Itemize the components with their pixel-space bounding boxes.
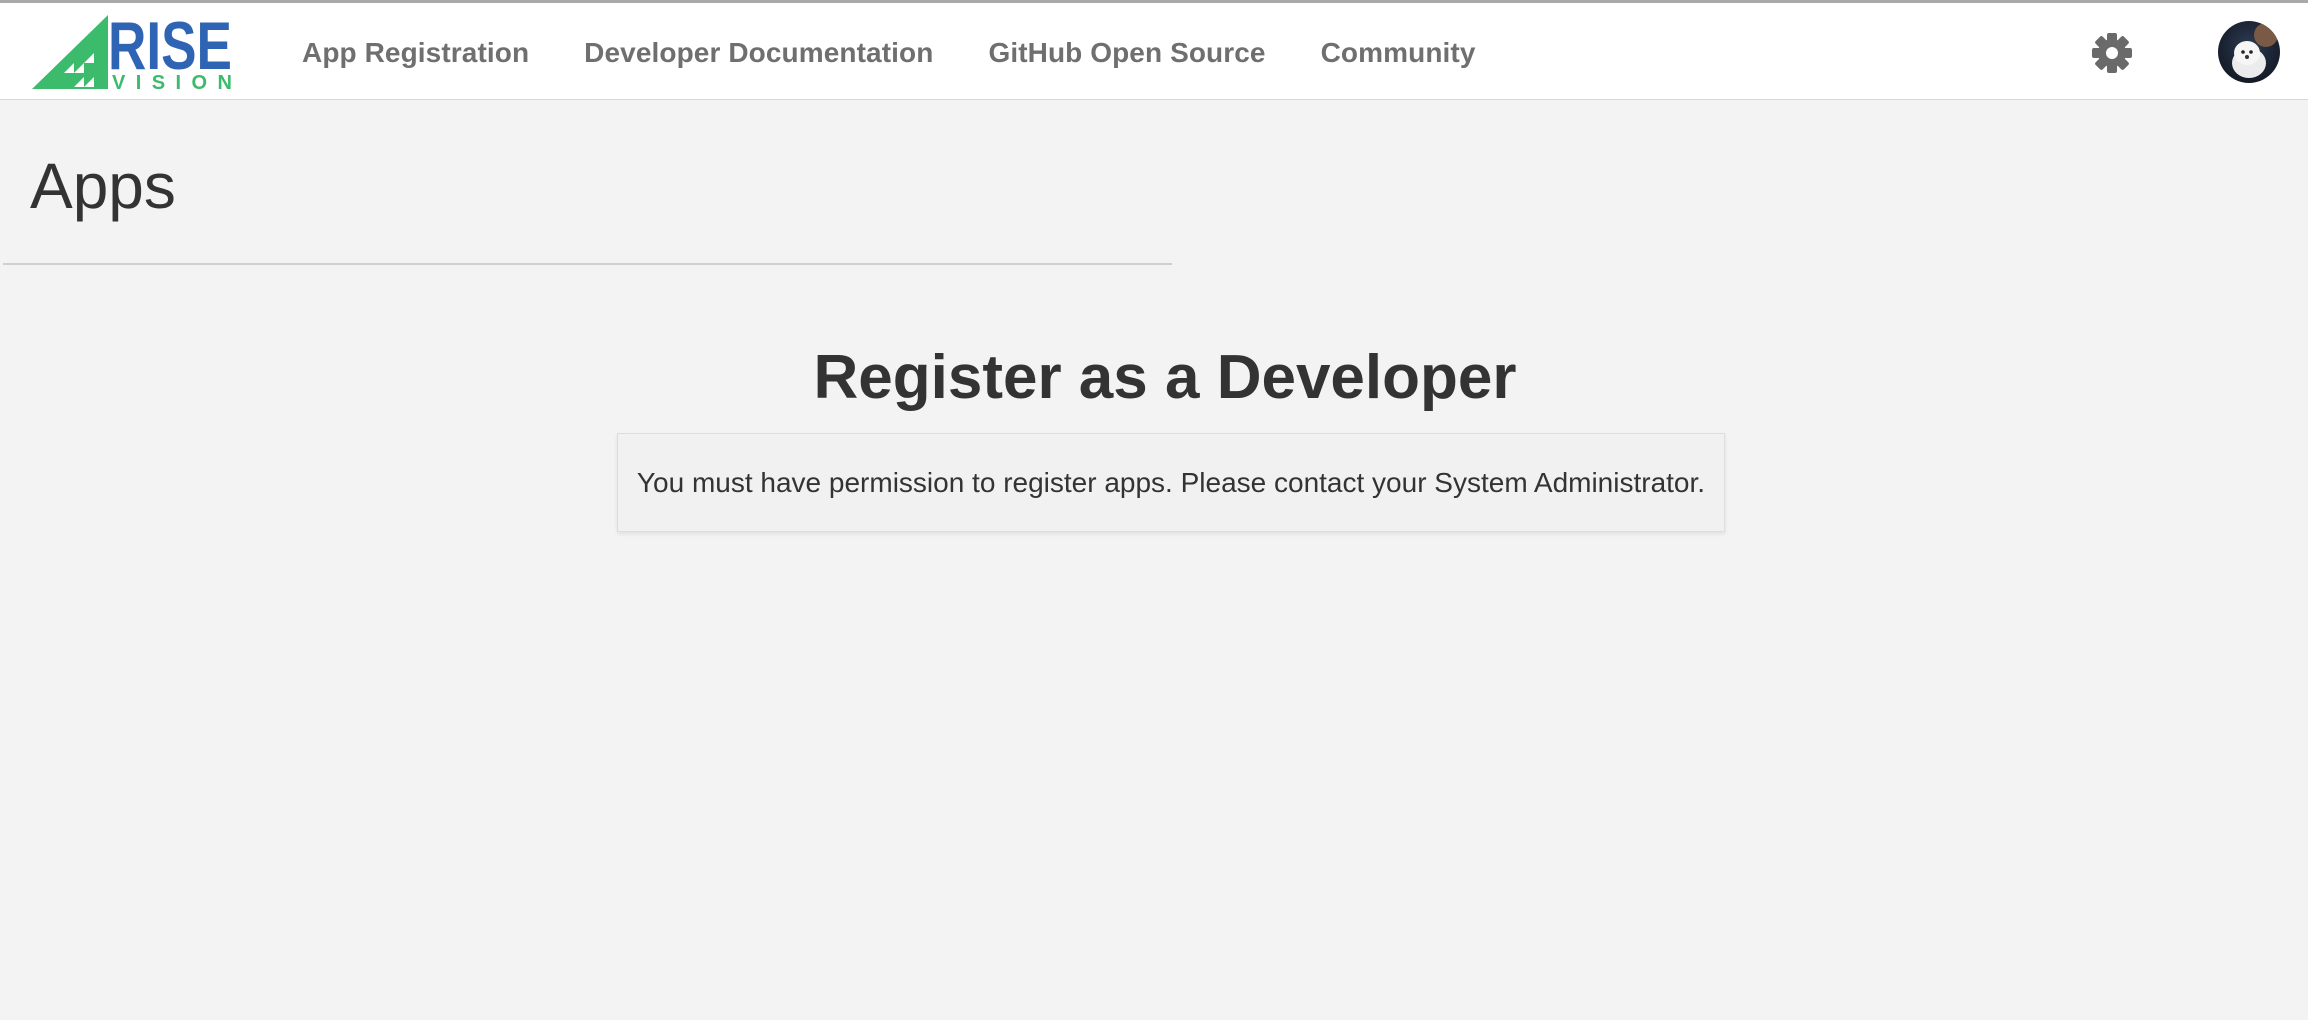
top-navbar: RISE VISION App Registration Developer D… <box>0 0 2308 100</box>
user-avatar[interactable] <box>2218 21 2280 83</box>
main-nav: App Registration Developer Documentation… <box>302 3 1531 103</box>
nav-app-registration[interactable]: App Registration <box>302 37 529 69</box>
logo-wordmark: RISE <box>108 11 232 84</box>
register-heading: Register as a Developer <box>813 343 1517 412</box>
nav-github-open-source[interactable]: GitHub Open Source <box>988 37 1265 69</box>
rise-vision-logo[interactable]: RISE VISION <box>30 11 236 91</box>
nav-developer-documentation[interactable]: Developer Documentation <box>584 37 933 69</box>
gear-icon[interactable] <box>2088 29 2136 77</box>
permission-notice-text: You must have permission to register app… <box>636 466 1706 498</box>
title-divider <box>3 263 1172 265</box>
logo-graphic: RISE VISION <box>32 11 232 91</box>
nav-community[interactable]: Community <box>1321 37 1476 69</box>
permission-notice: You must have permission to register app… <box>617 433 1725 532</box>
page-title: Apps <box>30 150 176 222</box>
